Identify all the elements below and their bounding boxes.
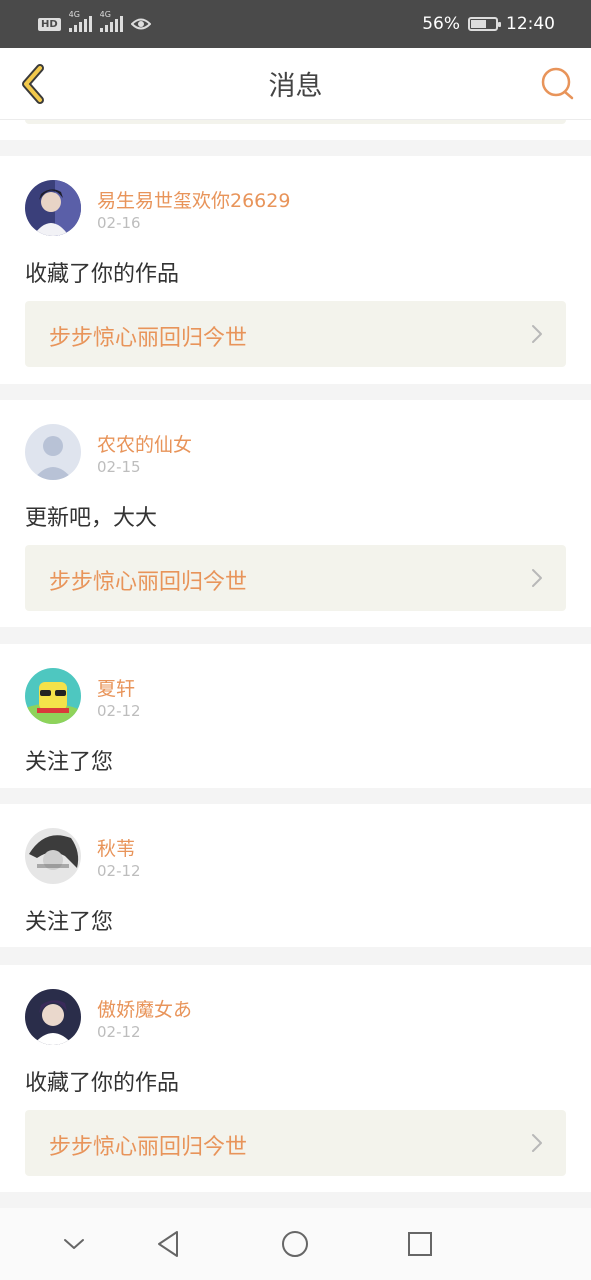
username[interactable]: 秋苇 [97, 834, 135, 861]
network-type-label: 4G [99, 10, 111, 19]
username[interactable]: 夏轩 [97, 674, 135, 701]
search-button[interactable] [539, 65, 577, 103]
top-nav-bar: 消息 [0, 48, 591, 120]
avatar[interactable] [25, 828, 81, 884]
status-bar: HD 4G 4G 56% 12:40 [0, 0, 591, 48]
clock: 12:40 [506, 14, 555, 34]
list-item [0, 120, 591, 140]
work-link[interactable]: 步步惊心丽回归今世 [25, 1110, 566, 1176]
username[interactable]: 农农的仙女 [97, 430, 192, 457]
eye-icon [130, 18, 151, 30]
message-text: 收藏了你的作品 [25, 1071, 180, 1096]
status-right: 56% 12:40 [422, 14, 555, 34]
message-text: 关注了您 [25, 910, 114, 935]
work-link[interactable]: 步步惊心丽回归今世 [25, 301, 566, 367]
nav-back-button[interactable] [153, 1228, 185, 1260]
message-card: 夏轩 02-12 关注了您 [0, 644, 591, 788]
message-card: 秋苇 02-12 关注了您 [0, 804, 591, 947]
back-button[interactable] [14, 62, 58, 106]
message-date: 02-12 [97, 702, 141, 720]
search-icon [541, 67, 574, 100]
username[interactable]: 傲娇魔女あ [97, 995, 192, 1022]
triangle-back-icon [158, 1231, 178, 1257]
message-date: 02-12 [97, 1023, 141, 1041]
message-text: 收藏了你的作品 [25, 262, 180, 287]
page-title: 消息 [268, 71, 323, 102]
message-text: 关注了您 [25, 750, 114, 775]
chevron-right-icon [532, 325, 542, 343]
message-list[interactable]: 易生易世玺欢你26629 02-16 收藏了你的作品 步步惊心丽回归今世 农农的… [0, 120, 591, 1208]
battery-percent: 56% [422, 14, 460, 34]
network-type-label: 4G [68, 10, 80, 19]
square-recents-icon [408, 1232, 432, 1256]
avatar[interactable] [25, 180, 81, 236]
battery-icon [468, 17, 501, 31]
status-left: HD 4G 4G [38, 10, 151, 32]
hide-nav-button[interactable] [58, 1228, 90, 1260]
chevron-right-icon [532, 569, 542, 587]
avatar[interactable] [25, 989, 81, 1045]
system-nav-bar [0, 1208, 591, 1280]
work-title: 步步惊心丽回归今世 [49, 1135, 248, 1160]
chevron-down-icon [64, 1239, 84, 1249]
nav-recents-button[interactable] [404, 1228, 436, 1260]
message-date: 02-16 [97, 214, 141, 232]
work-link[interactable]: 步步惊心丽回归今世 [25, 545, 566, 611]
chevron-right-icon [532, 1134, 542, 1152]
nav-home-button[interactable] [279, 1228, 311, 1260]
message-text: 更新吧，大大 [25, 506, 158, 531]
username[interactable]: 易生易世玺欢你26629 [97, 186, 290, 213]
signal-icon: 4G [68, 10, 92, 32]
work-title: 步步惊心丽回归今世 [49, 570, 248, 595]
message-card: 易生易世玺欢你26629 02-16 收藏了你的作品 步步惊心丽回归今世 [0, 156, 591, 384]
message-date: 02-12 [97, 862, 141, 880]
avatar[interactable] [25, 668, 81, 724]
circle-home-icon [282, 1231, 308, 1257]
message-date: 02-15 [97, 458, 141, 476]
signal-icon: 4G [99, 10, 123, 32]
chevron-left-icon [22, 64, 44, 104]
message-card: 傲娇魔女あ 02-12 收藏了你的作品 步步惊心丽回归今世 [0, 965, 591, 1192]
work-title: 步步惊心丽回归今世 [49, 326, 248, 351]
avatar[interactable] [25, 424, 81, 480]
message-card: 农农的仙女 02-15 更新吧，大大 步步惊心丽回归今世 [0, 400, 591, 627]
hd-icon: HD [38, 17, 61, 31]
